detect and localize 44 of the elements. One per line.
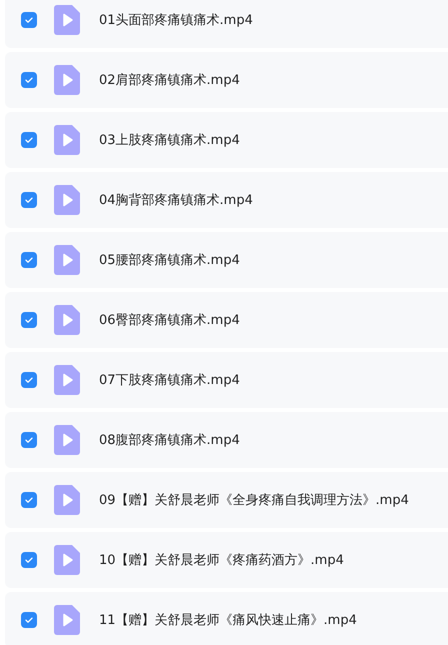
checkbox[interactable]: [21, 552, 37, 568]
file-row[interactable]: 08腹部疼痛镇痛术.mp4: [5, 412, 448, 468]
checkbox[interactable]: [21, 492, 37, 508]
checkbox[interactable]: [21, 252, 37, 268]
file-row[interactable]: 09【赠】关舒晨老师《全身疼痛自我调理方法》.mp4: [5, 472, 448, 528]
file-name: 09【赠】关舒晨老师《全身疼痛自我调理方法》.mp4: [99, 492, 409, 509]
file-row[interactable]: 04胸背部疼痛镇痛术.mp4: [5, 172, 448, 228]
checkbox[interactable]: [21, 372, 37, 388]
checkbox[interactable]: [21, 192, 37, 208]
checkbox[interactable]: [21, 432, 37, 448]
video-file-icon: [54, 125, 80, 155]
file-name: 08腹部疼痛镇痛术.mp4: [99, 432, 240, 449]
file-row[interactable]: 11【赠】关舒晨老师《痛风快速止痛》.mp4: [5, 592, 448, 645]
file-row[interactable]: 06臀部疼痛镇痛术.mp4: [5, 292, 448, 348]
file-name: 10【赠】关舒晨老师《疼痛药酒方》.mp4: [99, 552, 344, 569]
checkbox[interactable]: [21, 12, 37, 28]
file-name: 05腰部疼痛镇痛术.mp4: [99, 252, 240, 269]
video-file-icon: [54, 605, 80, 635]
video-file-icon: [54, 365, 80, 395]
file-name: 11【赠】关舒晨老师《痛风快速止痛》.mp4: [99, 612, 357, 629]
file-row[interactable]: 02肩部疼痛镇痛术.mp4: [5, 52, 448, 108]
file-name: 06臀部疼痛镇痛术.mp4: [99, 312, 240, 329]
file-row[interactable]: 01头面部疼痛镇痛术.mp4: [5, 0, 448, 48]
video-file-icon: [54, 425, 80, 455]
checkbox[interactable]: [21, 612, 37, 628]
file-name: 04胸背部疼痛镇痛术.mp4: [99, 192, 253, 209]
file-name: 02肩部疼痛镇痛术.mp4: [99, 72, 240, 89]
video-file-icon: [54, 305, 80, 335]
file-row[interactable]: 10【赠】关舒晨老师《疼痛药酒方》.mp4: [5, 532, 448, 588]
file-name: 03上肢疼痛镇痛术.mp4: [99, 132, 240, 149]
checkbox[interactable]: [21, 312, 37, 328]
file-row[interactable]: 05腰部疼痛镇痛术.mp4: [5, 232, 448, 288]
file-row[interactable]: 07下肢疼痛镇痛术.mp4: [5, 352, 448, 408]
file-name: 01头面部疼痛镇痛术.mp4: [99, 12, 253, 29]
file-name: 07下肢疼痛镇痛术.mp4: [99, 372, 240, 389]
checkbox[interactable]: [21, 72, 37, 88]
video-file-icon: [54, 485, 80, 515]
video-file-icon: [54, 545, 80, 575]
video-file-icon: [54, 65, 80, 95]
file-row[interactable]: 03上肢疼痛镇痛术.mp4: [5, 112, 448, 168]
checkbox[interactable]: [21, 132, 37, 148]
video-file-icon: [54, 5, 80, 35]
video-file-icon: [54, 245, 80, 275]
video-file-icon: [54, 185, 80, 215]
